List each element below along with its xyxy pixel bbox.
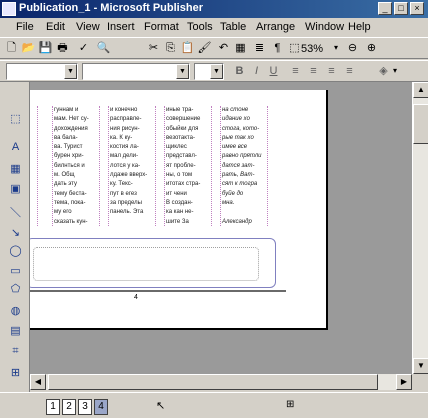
pointer-icon[interactable]: ⬚ — [8, 112, 23, 127]
html-fragment-icon[interactable]: ⌗ — [8, 344, 23, 359]
status-bar: 1 2 3 4 ↖ ⊞ — [0, 392, 428, 418]
table-frame-icon[interactable]: ▦ — [8, 162, 23, 177]
scroll-right-icon[interactable]: ▶ — [396, 374, 412, 390]
arrow-icon[interactable]: ↘ — [8, 226, 23, 241]
page-tab-1[interactable]: 1 — [46, 399, 60, 415]
window-title: Publication_1 - Microsoft Publisher — [19, 2, 203, 14]
italic-button[interactable]: I — [249, 64, 264, 79]
horizontal-scrollbar[interactable]: ◀ ▶ — [30, 374, 412, 390]
page-tab-3[interactable]: 3 — [78, 399, 92, 415]
text-column[interactable]: де — [30, 106, 38, 226]
undo-icon[interactable]: ↶ — [216, 41, 231, 56]
columns-icon[interactable]: ≣ — [252, 41, 267, 56]
publisher-app-icon[interactable] — [2, 2, 16, 16]
print-icon[interactable]: 🖶 — [55, 41, 70, 56]
menu-format[interactable]: Format — [144, 21, 179, 33]
position-indicator-icon: ⊞ — [286, 399, 295, 410]
page-number: 4 — [134, 294, 138, 301]
paste-icon[interactable]: 📋 — [180, 41, 195, 56]
footer-frame[interactable] — [30, 238, 276, 288]
scroll-thumb[interactable] — [413, 104, 428, 144]
fill-color-icon[interactable]: ◈ — [376, 64, 391, 79]
text-column[interactable]: и конечно расправле- ния рисун- ка. К ку… — [108, 106, 156, 226]
footer-inner-frame[interactable] — [33, 247, 259, 281]
zoom-area-icon[interactable]: ⬚ — [287, 41, 302, 56]
menu-tools[interactable]: Tools — [187, 21, 213, 33]
form-control-icon[interactable]: ▤ — [8, 324, 23, 339]
bold-button[interactable]: B — [232, 64, 247, 79]
document-workspace[interactable]: де гуннам и мам. Нет су- дохождения ва б… — [30, 82, 412, 374]
zoom-out-icon[interactable]: ⊖ — [345, 41, 360, 56]
mouse-cursor-icon: ↖ — [156, 400, 166, 412]
spelling-icon[interactable]: ✓ — [76, 41, 91, 56]
oval-icon[interactable]: ◯ — [8, 244, 23, 259]
menu-window[interactable]: Window — [305, 21, 344, 33]
standard-toolbar: 🗋 📂 💾 🖶 ✓ 🔍 ✂ ⎘ 📋 🖌 ↶ ▦ ≣ ¶ ⬚ 53% ▾ ⊖ ⊕ — [0, 37, 428, 59]
format-painter-icon[interactable]: 🖌 — [197, 41, 212, 56]
hot-spot-icon[interactable]: ◍ — [8, 304, 23, 319]
text-column[interactable]: гуннам и мам. Нет су- дохождения ва бала… — [52, 106, 100, 226]
style-dropdown-icon[interactable]: ▼ — [64, 64, 77, 79]
pilcrow-icon[interactable]: ¶ — [270, 41, 285, 56]
design-gallery-icon[interactable]: ⊞ — [8, 366, 23, 381]
menu-table[interactable]: Table — [220, 21, 246, 33]
table-icon[interactable]: ▦ — [233, 41, 248, 56]
horizontal-scroll-thumb[interactable] — [48, 374, 378, 390]
menu-arrange[interactable]: Arrange — [256, 21, 295, 33]
scroll-left-icon[interactable]: ◀ — [30, 374, 46, 390]
maximize-icon[interactable]: □ — [394, 2, 408, 15]
close-icon[interactable]: × — [410, 2, 424, 15]
menu-edit[interactable]: Edit — [46, 21, 65, 33]
justify-icon[interactable]: ≡ — [342, 64, 357, 79]
footer-divider — [30, 290, 286, 292]
font-size-combo[interactable]: ▼ — [194, 63, 224, 80]
publication-page[interactable]: де гуннам и мам. Нет су- дохождения ва б… — [30, 90, 328, 330]
menu-help[interactable]: Help — [348, 21, 371, 33]
style-combo[interactable]: ▼ — [6, 63, 78, 80]
text-column[interactable]: иные тра- совершение обыйки для везотакт… — [164, 106, 212, 226]
copy-icon[interactable]: ⎘ — [163, 41, 178, 56]
wordart-icon[interactable]: ▣ — [8, 182, 23, 197]
objects-toolbar: ⬚ A ▦ ▣ ＼ ↘ ◯ ▭ ⬠ ◍ ▤ ⌗ ⊞ — [0, 82, 30, 392]
align-center-icon[interactable]: ≡ — [306, 64, 321, 79]
new-icon[interactable]: 🗋 — [4, 41, 19, 56]
menu-view[interactable]: View — [76, 21, 100, 33]
page-tab-2[interactable]: 2 — [62, 399, 76, 415]
zoom-in-icon[interactable]: ⊕ — [364, 41, 379, 56]
scroll-down-icon[interactable]: ▼ — [413, 358, 428, 374]
autoshapes-icon[interactable]: ⬠ — [8, 282, 23, 297]
text-box-icon[interactable]: A — [8, 140, 23, 155]
font-dropdown-icon[interactable]: ▼ — [176, 64, 189, 79]
menu-file[interactable]: File — [16, 21, 34, 33]
font-name-combo[interactable]: ▼ — [82, 63, 190, 80]
underline-button[interactable]: U — [266, 64, 281, 79]
print-preview-icon[interactable]: 🔍 — [96, 41, 111, 56]
cut-icon[interactable]: ✂ — [146, 41, 161, 56]
vertical-scrollbar[interactable]: ▲ ▼ — [412, 82, 428, 374]
open-icon[interactable]: 📂 — [21, 41, 36, 56]
formatting-toolbar: ▼ ▼ ▼ B I U ≡ ≡ ≡ ≡ ◈ ▾ — [0, 60, 428, 82]
zoom-value[interactable]: 53% — [301, 43, 323, 55]
fill-color-dropdown-icon[interactable]: ▾ — [393, 66, 397, 75]
zoom-dropdown-icon[interactable]: ▾ — [334, 43, 338, 52]
scroll-up-icon[interactable]: ▲ — [413, 82, 428, 98]
title-bar: Publication_1 - Microsoft Publisher _ □ … — [0, 0, 428, 18]
align-left-icon[interactable]: ≡ — [288, 64, 303, 79]
menu-insert[interactable]: Insert — [107, 21, 135, 33]
rectangle-icon[interactable]: ▭ — [8, 264, 23, 279]
menu-bar: File Edit View Insert Format Tools Table… — [0, 18, 428, 37]
align-right-icon[interactable]: ≡ — [324, 64, 339, 79]
minimize-icon[interactable]: _ — [378, 2, 392, 15]
save-icon[interactable]: 💾 — [38, 41, 53, 56]
line-icon[interactable]: ＼ — [8, 206, 23, 221]
font-size-dropdown-icon[interactable]: ▼ — [210, 64, 223, 79]
page-tab-4[interactable]: 4 — [94, 399, 108, 415]
text-column[interactable]: на стоне идание хо стога, кото- рые так … — [220, 106, 268, 226]
